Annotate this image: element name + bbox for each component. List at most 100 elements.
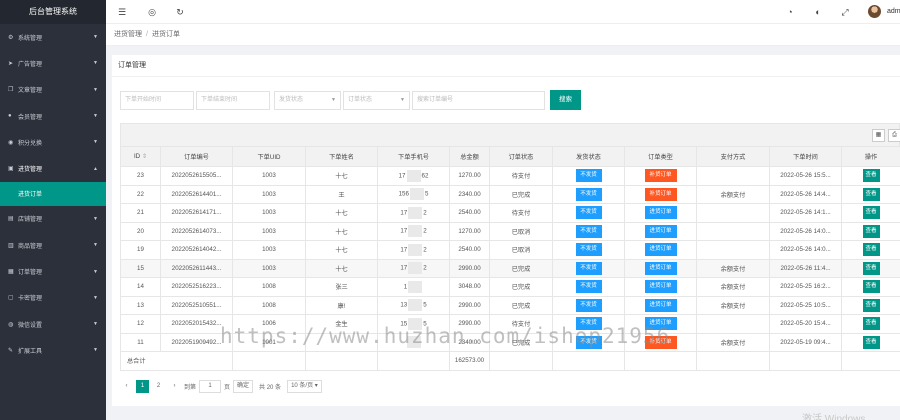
print-icon[interactable]: ⎙ (888, 129, 900, 142)
end-time-input[interactable]: 下单结束时间 (196, 91, 270, 110)
bell-icon[interactable]: ◔ (782, 0, 798, 24)
ship-status-button[interactable]: 不发货 (575, 243, 602, 257)
redaction-block (409, 188, 424, 201)
cell-amount: 2540.00 (449, 203, 490, 223)
view-button[interactable]: 查看 (862, 243, 880, 257)
cell-order-status: 待支付 (489, 166, 553, 186)
phone-suffix: 2 (423, 227, 427, 235)
cell-order-time: 2022-05-26 11:4... (769, 258, 842, 278)
ship-status-button[interactable]: 不发货 (575, 169, 602, 183)
ship-status-button[interactable]: 不发货 (575, 224, 602, 238)
column-header[interactable]: ID ⇕ (120, 146, 161, 167)
cell-pay-method: 余额支付 (696, 332, 770, 352)
cell-pay-method (696, 203, 770, 223)
page-2-button[interactable]: 2 (152, 380, 165, 393)
next-page-button[interactable]: › (168, 380, 181, 393)
gear-icon: ⚙ (8, 34, 14, 41)
sidebar-item-3[interactable]: ● 会员管理 ▼ (0, 103, 106, 129)
user-name[interactable]: adm (887, 0, 900, 24)
menu-toggle-icon[interactable]: ☰ (114, 0, 130, 24)
view-button[interactable]: 查看 (862, 206, 880, 220)
order-status-select[interactable]: 订单状态 ▼ (343, 91, 410, 110)
refresh-icon[interactable]: ↻ (172, 0, 188, 24)
cell-order-status: 已完成 (489, 184, 553, 204)
chevron-down-icon: ▼ (93, 294, 98, 301)
view-button[interactable]: 查看 (862, 298, 880, 312)
sidebar-item-1[interactable]: ➤ 广告管理 ▼ (0, 50, 106, 76)
sidebar-item-7[interactable]: ▥ 商品管理 ▼ (0, 232, 106, 258)
sidebar-item-8[interactable]: ▦ 订单管理 ▼ (0, 258, 106, 284)
cell-phone: 17 2 (377, 203, 450, 223)
cell-order-no: 2022052516223... (160, 277, 233, 297)
cell-phone: 13 5 (377, 295, 450, 315)
sidebar-item-label: 广告管理 (18, 61, 43, 68)
sort-icon[interactable]: ⇕ (142, 153, 147, 160)
view-button[interactable]: 查看 (862, 280, 880, 294)
column-header-label: 订单状态 (508, 154, 534, 161)
end-time-placeholder: 下单结束时间 (201, 97, 238, 103)
chevron-down-icon: ▼ (93, 34, 98, 41)
page-size-select[interactable]: 10 条/页 ▾ (287, 379, 322, 393)
chevron-down-icon: ▼ (93, 321, 98, 328)
prev-page-button[interactable]: ‹ (120, 380, 133, 393)
view-button[interactable]: 查看 (862, 224, 880, 238)
sidebar-nav: ⚙ 系统管理 ▼ ➤ 广告管理 ▼ ❐ 文章管理 ▼ ● 会员管理 ▼ ◉ 积分兑换 ▼ ▣ 进货管理 ▲ 进货订单… (0, 24, 106, 364)
ship-status-button[interactable]: 不发货 (575, 298, 602, 312)
table-row: 21 2022052614171... 1003 十七 17 2 2540.00 待支付 不发货… (120, 203, 900, 223)
breadcrumb-parent[interactable]: 进货管理 (114, 31, 142, 38)
page-1-button[interactable]: 1 (136, 379, 149, 393)
page-size-value: 10 条/页 (291, 382, 314, 389)
sidebar-item-6[interactable]: ▤ 店铺管理 ▼ (0, 206, 106, 232)
view-button[interactable]: 查看 (862, 169, 880, 183)
ship-status-button[interactable]: 不发货 (575, 280, 602, 294)
view-button[interactable]: 查看 (862, 317, 880, 331)
table-row: 14 2022052516223... 1008 张三 1 3048.00 已完成 不发货 进货… (120, 277, 900, 297)
sidebar-subitem-active[interactable]: 进货订单 (0, 181, 106, 206)
sidebar-item-label: 订单管理 (18, 270, 43, 277)
cell-amount: 2540.00 (449, 240, 490, 260)
cell-order-no: 2022052614171... (160, 203, 233, 223)
chevron-down-icon: ▾ (314, 382, 318, 389)
column-header: 订单类型 (624, 146, 697, 167)
avatar[interactable] (868, 5, 881, 18)
sidebar-item-0[interactable]: ⚙ 系统管理 ▼ (0, 24, 106, 50)
order-no-input[interactable]: 搜索订单编号 (412, 91, 545, 110)
table-row: 13 2022052510551... 1008 康! 13 5 2990.00 已完成 不发货… (120, 295, 900, 315)
sidebar-item-11[interactable]: ✎ 扩展工具 ▼ (0, 337, 106, 363)
sidebar-item-2[interactable]: ❐ 文章管理 ▼ (0, 77, 106, 103)
column-header-label: 下单时间 (793, 154, 818, 161)
sidebar-item-4[interactable]: ◉ 积分兑换 ▼ (0, 129, 106, 155)
empty-cell (232, 351, 306, 371)
ship-status-button[interactable]: 不发货 (575, 187, 602, 201)
view-button[interactable]: 查看 (862, 187, 880, 201)
theme-icon[interactable]: ◐ (810, 0, 826, 24)
globe-icon[interactable]: ◎ (144, 0, 160, 24)
view-button[interactable]: 查看 (862, 261, 880, 275)
redaction-block (406, 169, 421, 182)
cell-uid: 1003 (232, 221, 306, 241)
cell-amount: 3048.00 (449, 277, 490, 297)
sidebar-item-10[interactable]: ◍ 微信设置 ▼ (0, 311, 106, 337)
view-button[interactable]: 查看 (862, 335, 880, 349)
cell-ship-status: 不发货 (552, 240, 625, 260)
cell-phone: 17 2 (377, 258, 450, 278)
ship-status-button[interactable]: 不发货 (575, 206, 602, 220)
column-header: 下单时间 (769, 146, 842, 167)
cell-pay-method: 余额支付 (696, 184, 770, 204)
sidebar-item-5[interactable]: ▣ 进货管理 ▲ (0, 155, 106, 181)
sidebar-item-9[interactable]: ▢ 卡密管理 ▼ (0, 285, 106, 311)
ship-status-button[interactable]: 不发货 (575, 261, 602, 275)
goto-page-input[interactable]: 1 (199, 379, 222, 393)
fullscreen-icon[interactable]: ⤢ (837, 0, 853, 24)
lock-icon: ◉ (8, 139, 14, 146)
cell-id: 14 (120, 277, 161, 297)
cell-amount: 2340.00 (449, 184, 490, 204)
ship-status-select[interactable]: 发货状态 ▼ (274, 91, 341, 110)
phone-prefix: 1 (403, 283, 408, 291)
goto-confirm-button[interactable]: 确定 (233, 379, 254, 393)
cell-order-status: 已完成 (489, 295, 553, 315)
start-time-input[interactable]: 下单开始时间 (120, 91, 194, 110)
columns-icon[interactable]: ▦ (872, 129, 885, 142)
search-button[interactable]: 搜索 (550, 90, 581, 110)
column-header: 总金额 (449, 146, 490, 167)
